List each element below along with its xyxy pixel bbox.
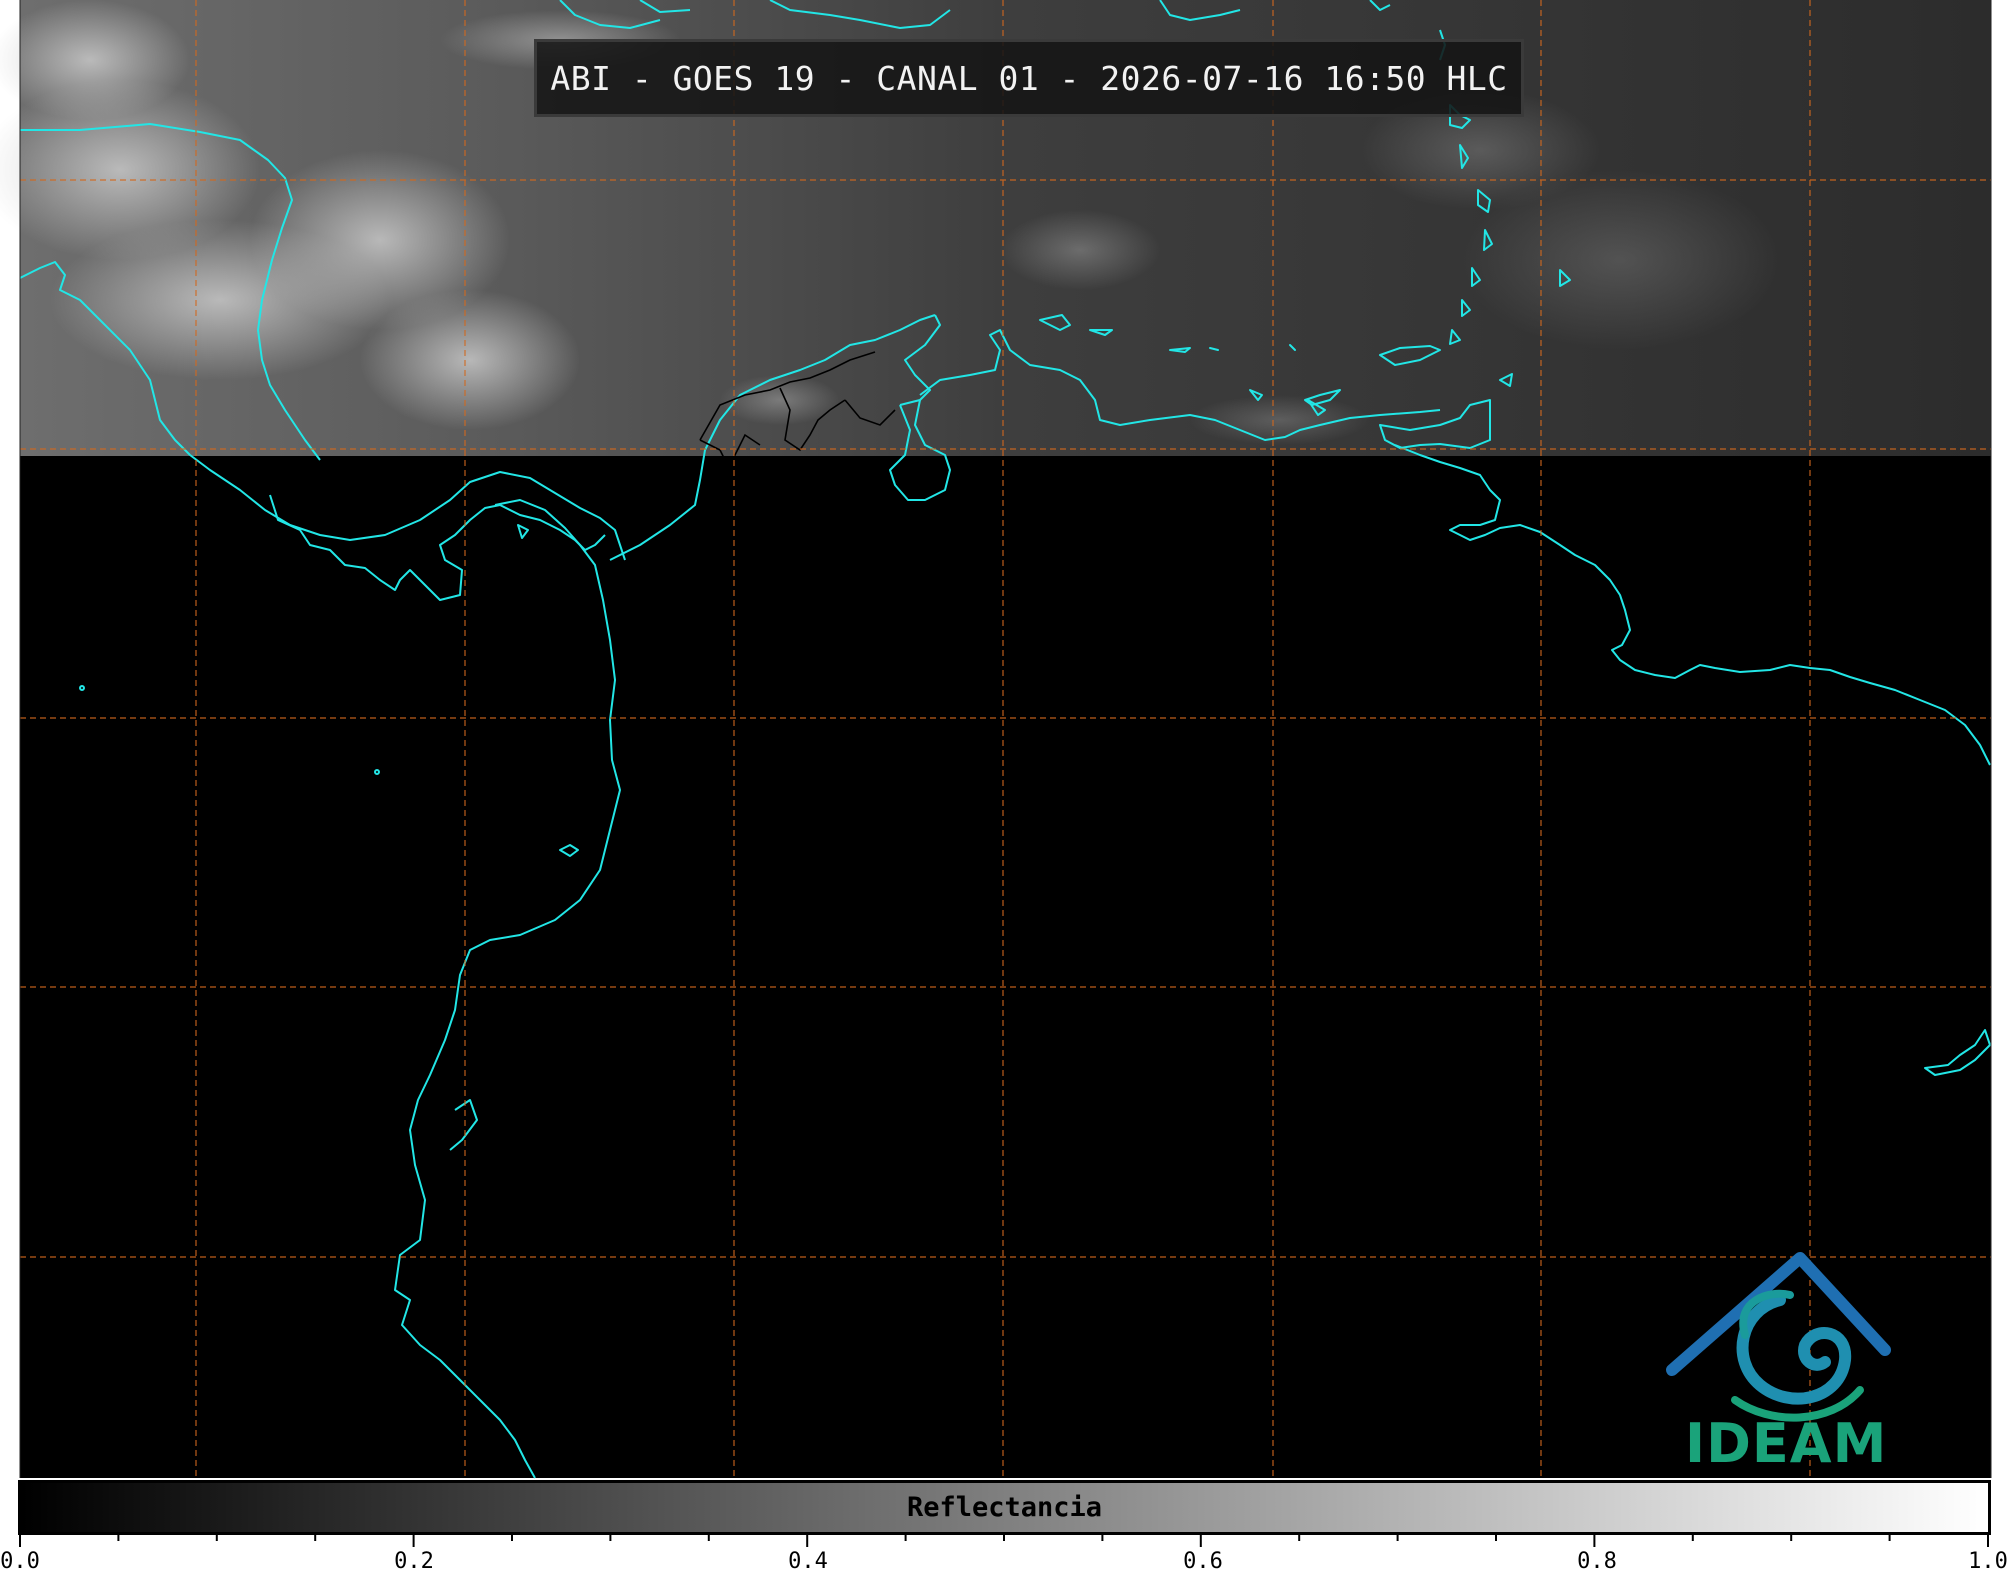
colorbar-tick-label: 0.2 [394, 1549, 434, 1574]
colorbar-tick-label: 0.6 [1183, 1549, 1223, 1574]
satellite-image-viewer: ABI - GOES 19 - CANAL 01 - 2026-07-16 16… [0, 0, 2011, 1577]
ideam-logo-text: IDEAM [1685, 1412, 1888, 1475]
image-title: ABI - GOES 19 - CANAL 01 - 2026-07-16 16… [534, 39, 1524, 117]
colorbar-tick-label: 1.0 [1968, 1549, 2008, 1574]
colorbar-ticks [19, 1533, 1989, 1547]
colorbar-tick-label: 0.4 [788, 1549, 828, 1574]
satellite-map [0, 0, 1992, 1479]
colorbar-tick-label: 0.8 [1577, 1549, 1617, 1574]
colorbar-label: Reflectancia [906, 1492, 1103, 1523]
colorbar-tick-label: 0.0 [0, 1549, 40, 1574]
colorbar: Reflectancia [18, 1480, 1991, 1535]
